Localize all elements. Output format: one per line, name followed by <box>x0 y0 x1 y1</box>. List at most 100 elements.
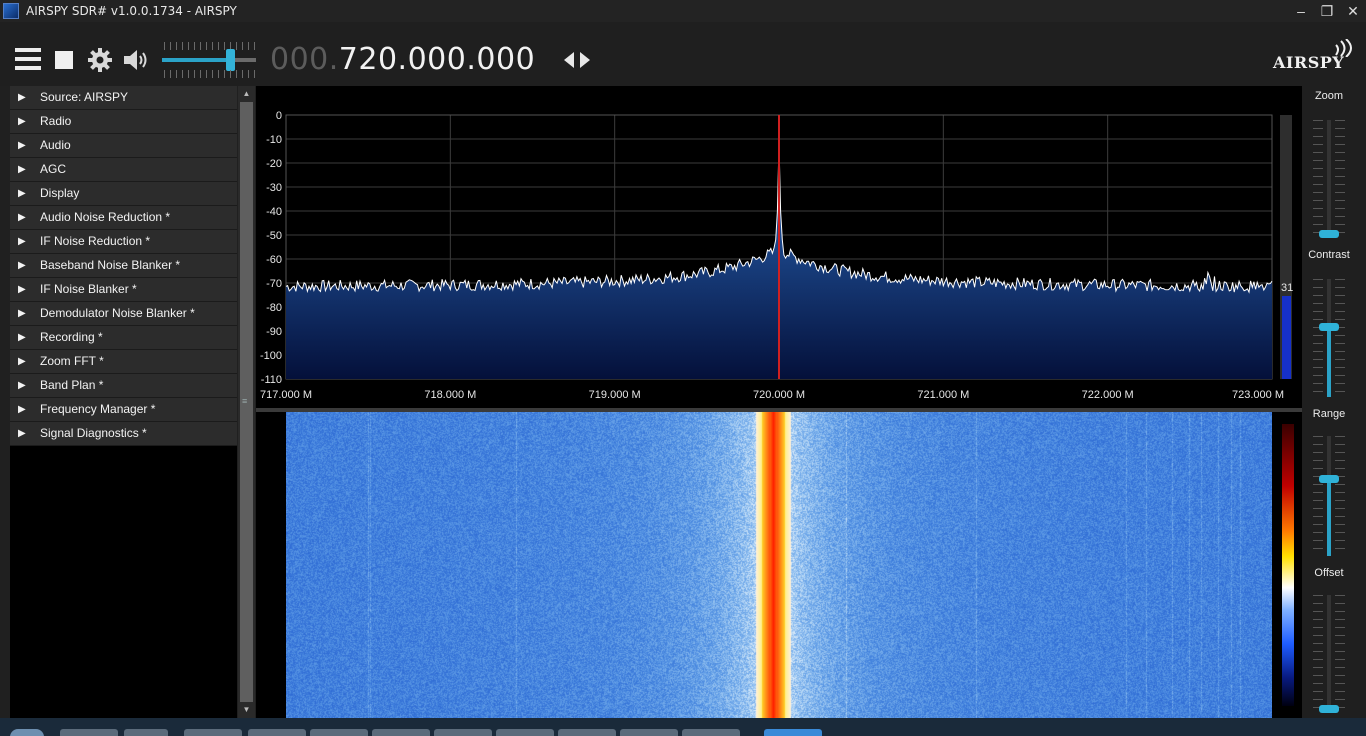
plugin-section-item[interactable]: ▶ AGC <box>10 158 237 182</box>
offset-slider-thumb[interactable] <box>1319 705 1339 713</box>
zoom-slider-thumb[interactable] <box>1319 230 1339 238</box>
plugin-section-label: Band Plan * <box>40 378 104 392</box>
range-slider-thumb[interactable] <box>1319 475 1339 484</box>
plugin-section-label: AGC <box>40 162 67 176</box>
expand-arrow-icon[interactable]: ▶ <box>18 206 26 229</box>
offset-slider[interactable]: Offset <box>1302 567 1366 717</box>
waterfall-display[interactable] <box>256 412 1302 718</box>
plugin-section-item[interactable]: ▶ Audio Noise Reduction * <box>10 206 237 230</box>
frequency-prefix[interactable]: 000. <box>270 42 339 77</box>
expand-arrow-icon[interactable]: ▶ <box>18 158 26 181</box>
zoom-slider[interactable]: Zoom <box>1302 90 1366 240</box>
plugin-section-item[interactable]: ▶ Source: AIRSPY <box>10 86 237 110</box>
plugin-section-item[interactable]: ▶ Baseband Noise Blanker * <box>10 254 237 278</box>
plugin-panel: ▶ Source: AIRSPY ▶ Radio ▶ Audio ▶ AGC ▶ Display ▶… <box>10 86 237 718</box>
taskbar-app[interactable] <box>184 729 242 736</box>
plugin-section-label: Radio <box>40 114 72 128</box>
start-button[interactable] <box>10 729 44 736</box>
range-label: Range <box>1312 408 1346 420</box>
os-taskbar <box>0 718 1366 736</box>
plugin-section-item[interactable]: ▶ Display <box>10 182 237 206</box>
y-tick-label: -70 <box>266 278 282 290</box>
restore-button[interactable]: ❐ <box>1314 1 1340 21</box>
x-tick-label: 719.000 M <box>589 389 641 401</box>
plugin-section-item[interactable]: ▶ Zoom FFT * <box>10 350 237 374</box>
volume-slider-thumb[interactable] <box>225 49 235 71</box>
expand-arrow-icon[interactable]: ▶ <box>18 134 26 157</box>
taskbar-app[interactable] <box>620 729 678 736</box>
plugin-section-label: Frequency Manager * <box>40 402 156 416</box>
y-tick-label: -10 <box>266 134 282 146</box>
expand-arrow-icon[interactable]: ▶ <box>18 86 26 109</box>
plugin-section-item[interactable]: ▶ Radio <box>10 110 237 134</box>
expand-arrow-icon[interactable]: ▶ <box>18 374 26 397</box>
spectrum-analyzer[interactable]: 0 -10 -20 -30 -40 -50 -60 -70 -80 -90 -100 -110 717.… <box>256 86 1302 408</box>
level-readout: 31 <box>1281 282 1293 294</box>
splitter-grip-icon[interactable]: ≡ <box>242 396 252 406</box>
plugin-section-item[interactable]: ▶ Frequency Manager * <box>10 398 237 422</box>
plugin-section-label: IF Noise Blanker * <box>40 282 137 296</box>
taskbar-app[interactable] <box>310 729 368 736</box>
scroll-up-icon[interactable]: ▲ <box>238 87 255 101</box>
expand-arrow-icon[interactable]: ▶ <box>18 350 26 373</box>
contrast-slider[interactable]: Contrast <box>1302 249 1366 399</box>
expand-arrow-icon[interactable]: ▶ <box>18 398 26 421</box>
tuning-step-arrows-icon[interactable] <box>563 50 591 70</box>
menu-icon[interactable] <box>15 48 41 70</box>
airspy-logo: AIRSPY <box>1270 39 1356 73</box>
plugin-section-item[interactable]: ▶ Signal Diagnostics * <box>10 422 237 446</box>
plugin-section-label: IF Noise Reduction * <box>40 234 151 248</box>
taskbar-app[interactable] <box>124 729 168 736</box>
taskbar-app[interactable] <box>682 729 740 736</box>
y-tick-label: -30 <box>266 182 282 194</box>
stop-icon[interactable] <box>55 51 73 69</box>
frequency-display[interactable]: 000.720.000.000 <box>270 42 535 77</box>
y-tick-label: -50 <box>266 230 282 242</box>
app-icon <box>3 3 19 19</box>
plugin-section-item[interactable]: ▶ Recording * <box>10 326 237 350</box>
expand-arrow-icon[interactable]: ▶ <box>18 230 26 253</box>
plugin-section-item[interactable]: ▶ IF Noise Blanker * <box>10 278 237 302</box>
x-tick-label: 722.000 M <box>1082 389 1134 401</box>
gear-icon[interactable] <box>87 47 113 73</box>
display-controls-panel: Zoom Contrast Range Offset <box>1302 86 1366 718</box>
expand-arrow-icon[interactable]: ▶ <box>18 110 26 133</box>
plugin-section-item[interactable]: ▶ Band Plan * <box>10 374 237 398</box>
plugin-section-label: Source: AIRSPY <box>40 90 129 104</box>
taskbar-app-active[interactable] <box>764 729 822 736</box>
scroll-down-icon[interactable]: ▼ <box>238 703 255 717</box>
plugin-section-label: Demodulator Noise Blanker * <box>40 306 195 320</box>
plugin-section-item[interactable]: ▶ IF Noise Reduction * <box>10 230 237 254</box>
plugin-section-item[interactable]: ▶ Audio <box>10 134 237 158</box>
minimize-button[interactable]: – <box>1288 1 1314 21</box>
taskbar-app[interactable] <box>372 729 430 736</box>
plugin-section-label: Recording * <box>40 330 103 344</box>
y-tick-label: 0 <box>276 110 282 122</box>
expand-arrow-icon[interactable]: ▶ <box>18 278 26 301</box>
plugin-section-item[interactable]: ▶ Demodulator Noise Blanker * <box>10 302 237 326</box>
range-slider[interactable]: Range <box>1302 408 1366 558</box>
contrast-label: Contrast <box>1308 249 1350 261</box>
taskbar-app[interactable] <box>558 729 616 736</box>
expand-arrow-icon[interactable]: ▶ <box>18 326 26 349</box>
window-title: AIRSPY SDR# v1.0.0.1734 - AIRSPY <box>26 4 237 18</box>
frequency-main[interactable]: 720.000.000 <box>339 42 535 77</box>
close-button[interactable]: ✕ <box>1340 1 1366 21</box>
y-tick-label: -90 <box>266 326 282 338</box>
level-meter-fill <box>1282 296 1291 379</box>
x-tick-label: 723.000 M <box>1232 389 1284 401</box>
speaker-icon[interactable] <box>122 47 150 73</box>
volume-slider[interactable] <box>160 39 260 81</box>
plugin-section-label: Baseband Noise Blanker * <box>40 258 181 272</box>
expand-arrow-icon[interactable]: ▶ <box>18 422 26 445</box>
expand-arrow-icon[interactable]: ▶ <box>18 182 26 205</box>
taskbar-app[interactable] <box>60 729 118 736</box>
taskbar-app[interactable] <box>496 729 554 736</box>
taskbar-app[interactable] <box>248 729 306 736</box>
expand-arrow-icon[interactable]: ▶ <box>18 254 26 277</box>
contrast-slider-thumb[interactable] <box>1319 323 1339 331</box>
taskbar-app[interactable] <box>434 729 492 736</box>
plugin-section-label: Audio <box>40 138 71 152</box>
x-tick-label: 717.000 M <box>260 389 312 401</box>
expand-arrow-icon[interactable]: ▶ <box>18 302 26 325</box>
